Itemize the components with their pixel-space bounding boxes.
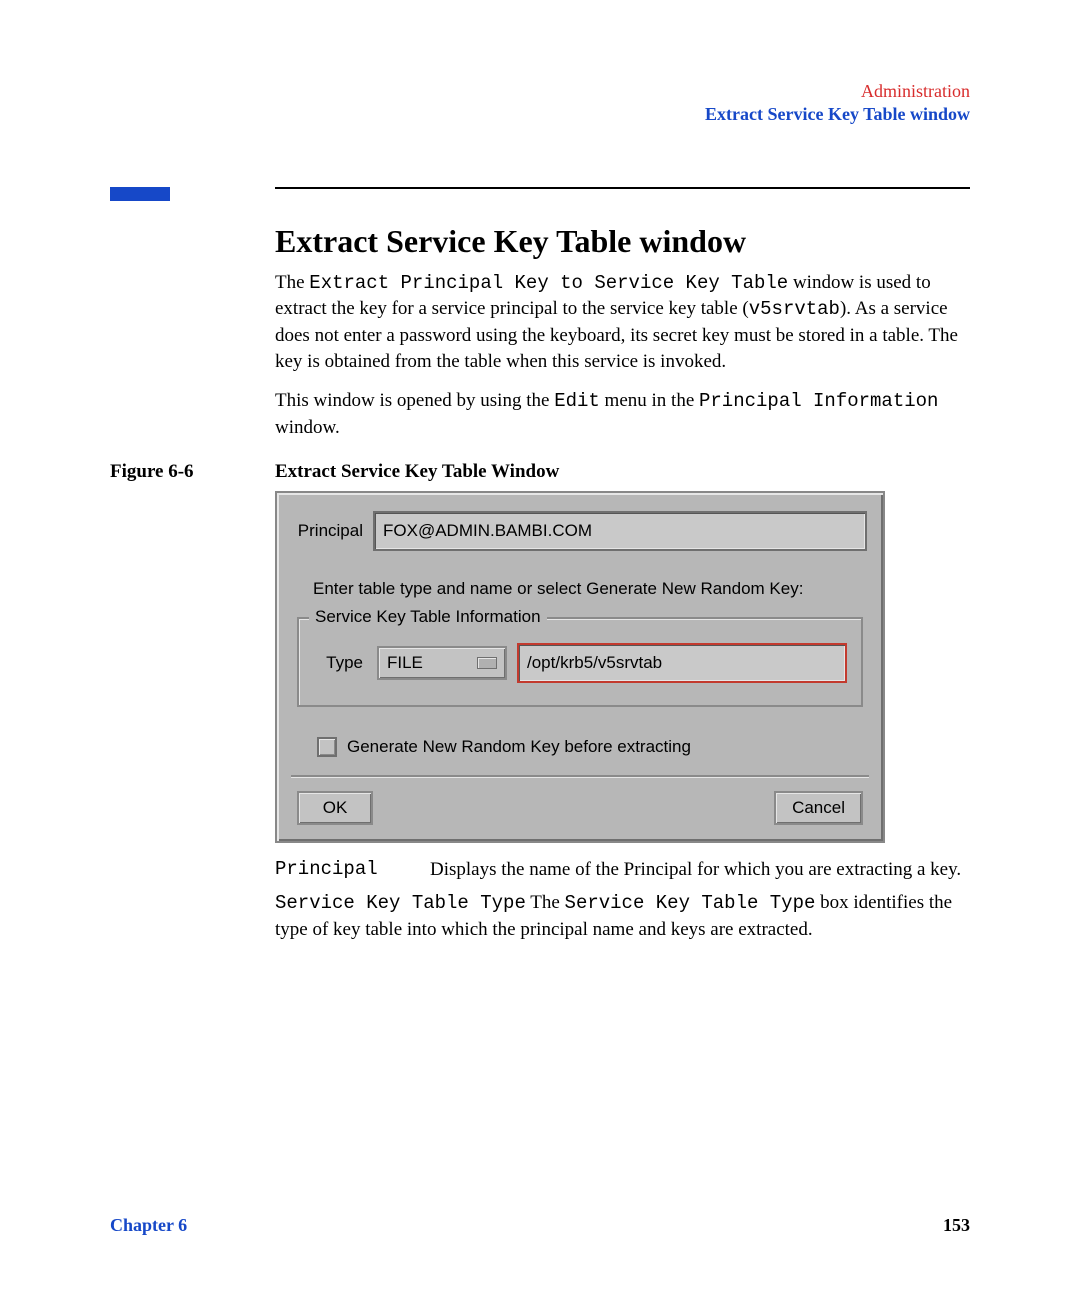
type-value: FILE (387, 653, 423, 673)
cancel-button[interactable]: Cancel (774, 791, 863, 825)
header-rule (110, 187, 970, 201)
intro-paragraph-2: This window is opened by using the Edit … (275, 388, 970, 440)
figure-caption: Figure 6-6 Extract Service Key Table Win… (110, 461, 970, 483)
def-skt-type: Service Key Table Type The Service Key T… (275, 890, 970, 942)
generate-new-key-checkbox[interactable] (317, 737, 337, 757)
ok-button[interactable]: OK (297, 791, 373, 825)
footer-page-number: 153 (943, 1215, 970, 1236)
def-body-principal: Displays the name of the Principal for w… (430, 857, 970, 883)
header-topic: Extract Service Key Table window (110, 103, 970, 126)
intro-paragraph-1: The Extract Principal Key to Service Key… (275, 270, 970, 375)
figure-title: Extract Service Key Table Window (275, 461, 559, 483)
path-input[interactable]: /opt/krb5/v5srvtab (517, 643, 847, 683)
dialog-separator (291, 775, 869, 777)
header-section: Administration (110, 80, 970, 103)
principal-input[interactable]: FOX@ADMIN.BAMBI.COM (373, 511, 867, 551)
type-dropdown[interactable]: FILE (377, 646, 507, 680)
figure-number: Figure 6-6 (110, 461, 275, 483)
service-key-table-group: Service Key Table Information Type FILE … (297, 617, 863, 707)
footer-chapter: Chapter 6 (110, 1215, 187, 1236)
dialog-instruction: Enter table type and name or select Gene… (313, 579, 867, 599)
field-descriptions: Principal Displays the name of the Princ… (275, 857, 970, 943)
extract-service-key-dialog: Principal FOX@ADMIN.BAMBI.COM Enter tabl… (275, 491, 885, 843)
section-title: Extract Service Key Table window (275, 223, 970, 260)
type-label: Type (313, 653, 377, 673)
def-term-principal: Principal (275, 857, 430, 883)
page-footer: Chapter 6 153 (110, 1215, 970, 1236)
page-header: Administration Extract Service Key Table… (110, 80, 970, 127)
principal-label: Principal (293, 521, 373, 541)
group-title: Service Key Table Information (309, 607, 547, 627)
dropdown-handle-icon (477, 657, 497, 669)
generate-new-key-label: Generate New Random Key before extractin… (347, 737, 691, 757)
